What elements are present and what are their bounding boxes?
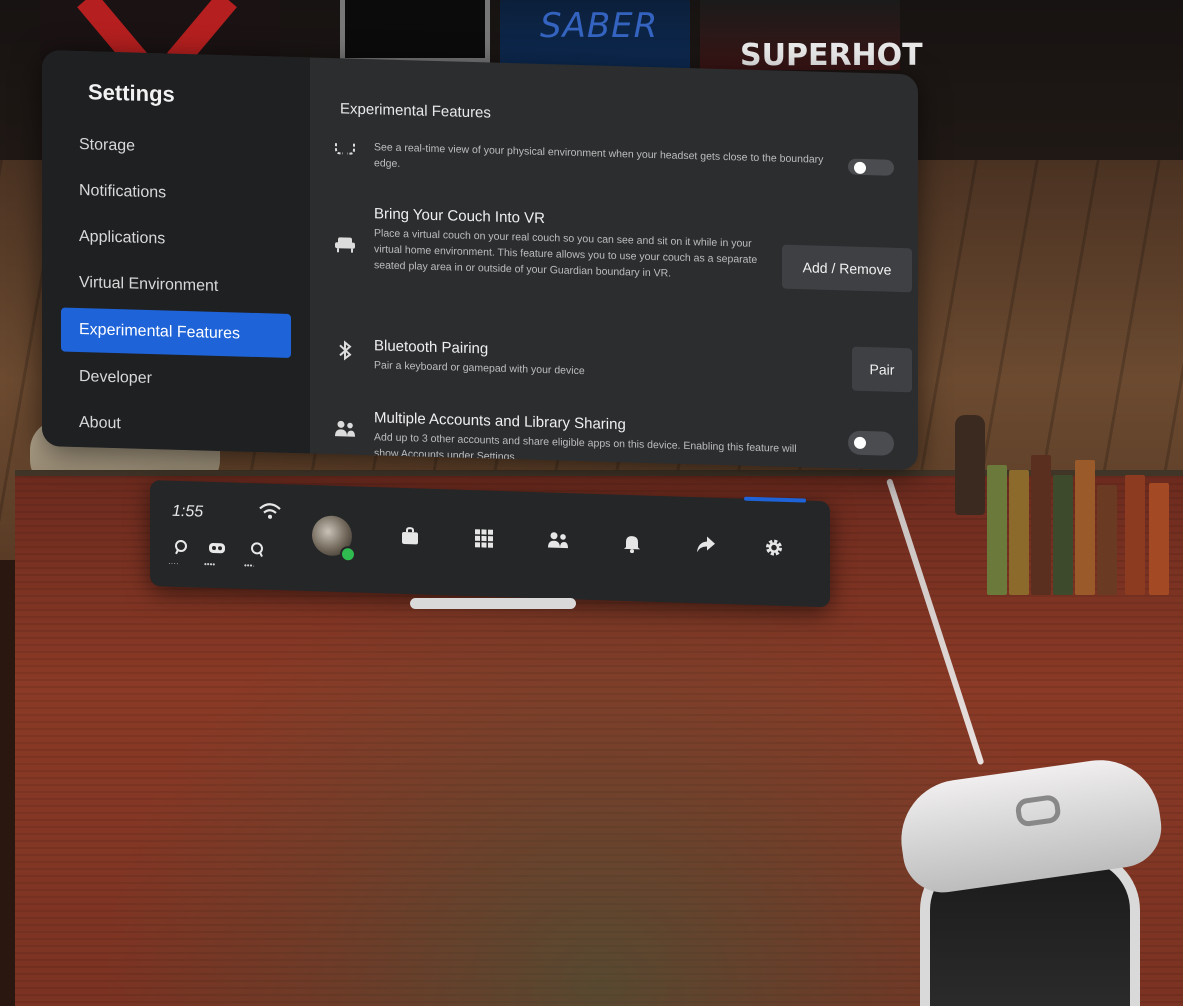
beat-saber-poster-text: SABER bbox=[540, 6, 659, 46]
feature-bluetooth: Bluetooth Pairing Pair a keyboard or gam… bbox=[332, 336, 912, 396]
toggle-knob bbox=[854, 161, 866, 175]
book bbox=[987, 465, 1007, 595]
book bbox=[1031, 455, 1051, 595]
sidebar-item-applications[interactable]: Applications bbox=[61, 215, 291, 265]
sidebar-item-about[interactable]: About bbox=[61, 401, 291, 451]
sidebar-item-notifications[interactable]: Notifications bbox=[61, 169, 291, 219]
page-title: Experimental Features bbox=[340, 100, 491, 122]
book bbox=[1149, 483, 1169, 595]
bluetooth-title: Bluetooth Pairing bbox=[374, 337, 489, 358]
online-status-indicator bbox=[340, 545, 356, 563]
sidebar-item-developer[interactable]: Developer bbox=[61, 355, 291, 405]
sidebar-item-storage[interactable]: Storage bbox=[61, 123, 291, 173]
bookshelf-books bbox=[955, 405, 1183, 595]
headset-status[interactable]: •••• bbox=[202, 540, 232, 571]
wifi-icon[interactable] bbox=[258, 501, 282, 524]
apps-icon[interactable] bbox=[472, 528, 496, 553]
multiple-accounts-toggle[interactable] bbox=[848, 430, 894, 456]
book bbox=[1075, 460, 1095, 595]
book bbox=[1009, 470, 1029, 595]
settings-icon[interactable] bbox=[762, 537, 786, 562]
people-icon[interactable] bbox=[546, 530, 570, 555]
settings-content: Experimental Features See a real-time vi… bbox=[310, 57, 918, 470]
people-icon bbox=[332, 418, 358, 445]
headset-icon bbox=[208, 540, 226, 559]
passthrough-toggle[interactable] bbox=[848, 158, 894, 176]
left-controller-battery: ···· bbox=[168, 558, 179, 568]
notifications-icon[interactable] bbox=[620, 533, 644, 558]
bluetooth-description: Pair a keyboard or gamepad with your dev… bbox=[374, 359, 585, 378]
feature-passthrough: See a real-time view of your physical en… bbox=[332, 136, 907, 192]
couch-icon bbox=[332, 234, 358, 261]
right-controller-battery: •••· bbox=[244, 560, 256, 571]
settings-panel: Settings Storage Notifications Applicati… bbox=[42, 50, 918, 471]
cat-statue bbox=[955, 415, 985, 515]
right-controller-status[interactable]: •••· bbox=[242, 541, 272, 572]
superhot-poster: SUPERHOT bbox=[700, 0, 923, 73]
bluetooth-icon bbox=[332, 340, 358, 367]
toggle-knob bbox=[854, 436, 866, 450]
right-controller-icon bbox=[248, 541, 266, 560]
settings-sidebar: Settings Storage Notifications Applicati… bbox=[42, 50, 310, 454]
sidebar-item-experimental-features[interactable]: Experimental Features bbox=[61, 307, 291, 358]
oculus-logo-icon bbox=[1014, 793, 1062, 828]
headset-battery: •••• bbox=[204, 559, 216, 570]
right-touch-controller bbox=[893, 752, 1167, 1006]
beat-saber-poster: SABER bbox=[500, 0, 690, 70]
menu-grab-handle[interactable] bbox=[410, 598, 576, 609]
clock: 1:55 bbox=[172, 502, 204, 521]
sidebar-item-virtual-environment[interactable]: Virtual Environment bbox=[61, 261, 291, 311]
superhot-poster-text: SUPERHOT bbox=[740, 38, 923, 73]
couch-description: Place a virtual couch on your real couch… bbox=[374, 227, 758, 280]
passthrough-description: See a real-time view of your physical en… bbox=[374, 141, 824, 171]
settings-title: Settings bbox=[88, 79, 175, 107]
share-icon[interactable] bbox=[694, 535, 718, 560]
universal-menu-bar: 1:55 ···· •••• •••· bbox=[150, 480, 830, 608]
active-tab-indicator bbox=[744, 496, 806, 503]
store-icon[interactable] bbox=[398, 526, 422, 551]
left-controller-icon bbox=[172, 539, 190, 558]
pair-button[interactable]: Pair bbox=[852, 346, 912, 393]
book bbox=[1053, 475, 1073, 595]
left-controller-status[interactable]: ···· bbox=[166, 539, 196, 570]
book bbox=[1097, 485, 1117, 595]
book bbox=[1125, 475, 1145, 595]
wall-screen bbox=[340, 0, 490, 63]
passthrough-icon bbox=[332, 136, 358, 163]
feature-couch: Bring Your Couch Into VR Place a virtual… bbox=[332, 204, 912, 320]
couch-title: Bring Your Couch Into VR bbox=[374, 205, 545, 228]
add-remove-couch-button[interactable]: Add / Remove bbox=[782, 244, 912, 293]
